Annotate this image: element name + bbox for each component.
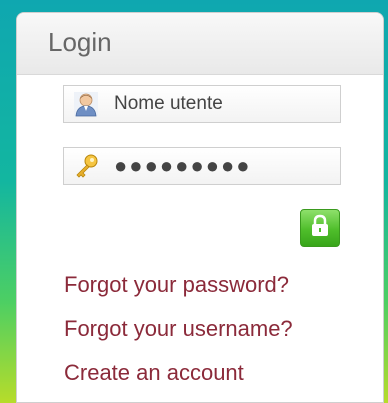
create-account-link[interactable]: Create an account	[64, 351, 293, 395]
username-input[interactable]	[114, 93, 324, 115]
login-panel: Login Nome utente ●●●●●●●●● Forgot your …	[16, 12, 384, 403]
login-links: Forgot your password? Forgot your userna…	[64, 263, 293, 395]
key-icon	[72, 152, 100, 180]
login-submit-button[interactable]	[300, 209, 340, 247]
password-input[interactable]	[114, 153, 324, 179]
forgot-username-link[interactable]: Forgot your username?	[64, 307, 293, 351]
forgot-password-link[interactable]: Forgot your password?	[64, 263, 293, 307]
password-field[interactable]	[63, 147, 341, 185]
login-title: Login	[48, 27, 112, 57]
user-icon	[72, 90, 100, 118]
lock-icon	[309, 214, 331, 243]
login-header: Login	[17, 13, 383, 75]
username-field[interactable]	[63, 85, 341, 123]
